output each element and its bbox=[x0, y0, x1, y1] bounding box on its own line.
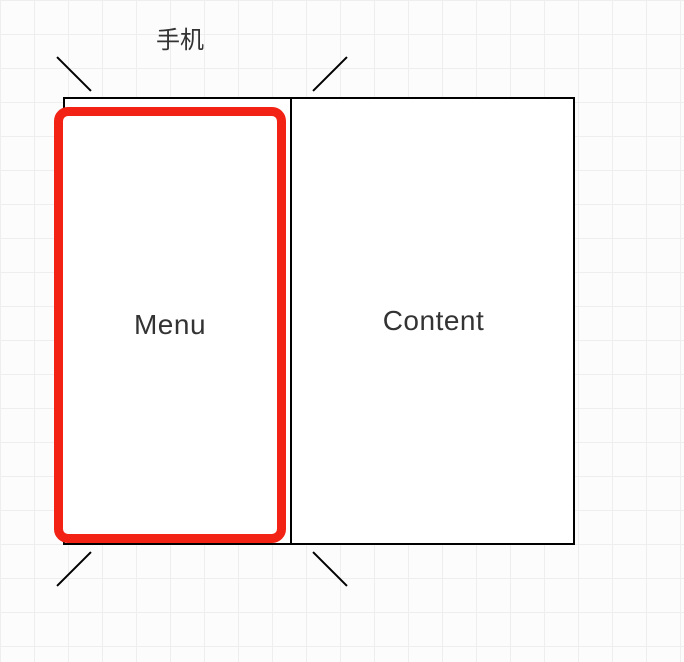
wireframe-stage: 手机 Menu Content bbox=[0, 0, 684, 662]
content-panel-label: Content bbox=[383, 305, 485, 337]
corner-tick-icon bbox=[312, 56, 347, 91]
corner-tick-icon bbox=[56, 56, 91, 91]
corner-tick-icon bbox=[56, 551, 91, 586]
menu-panel[interactable]: Menu bbox=[54, 107, 286, 543]
menu-panel-label: Menu bbox=[134, 309, 206, 341]
content-panel[interactable]: Content bbox=[292, 97, 575, 545]
corner-tick-icon bbox=[312, 551, 347, 586]
device-frame-label: 手机 bbox=[130, 20, 230, 55]
